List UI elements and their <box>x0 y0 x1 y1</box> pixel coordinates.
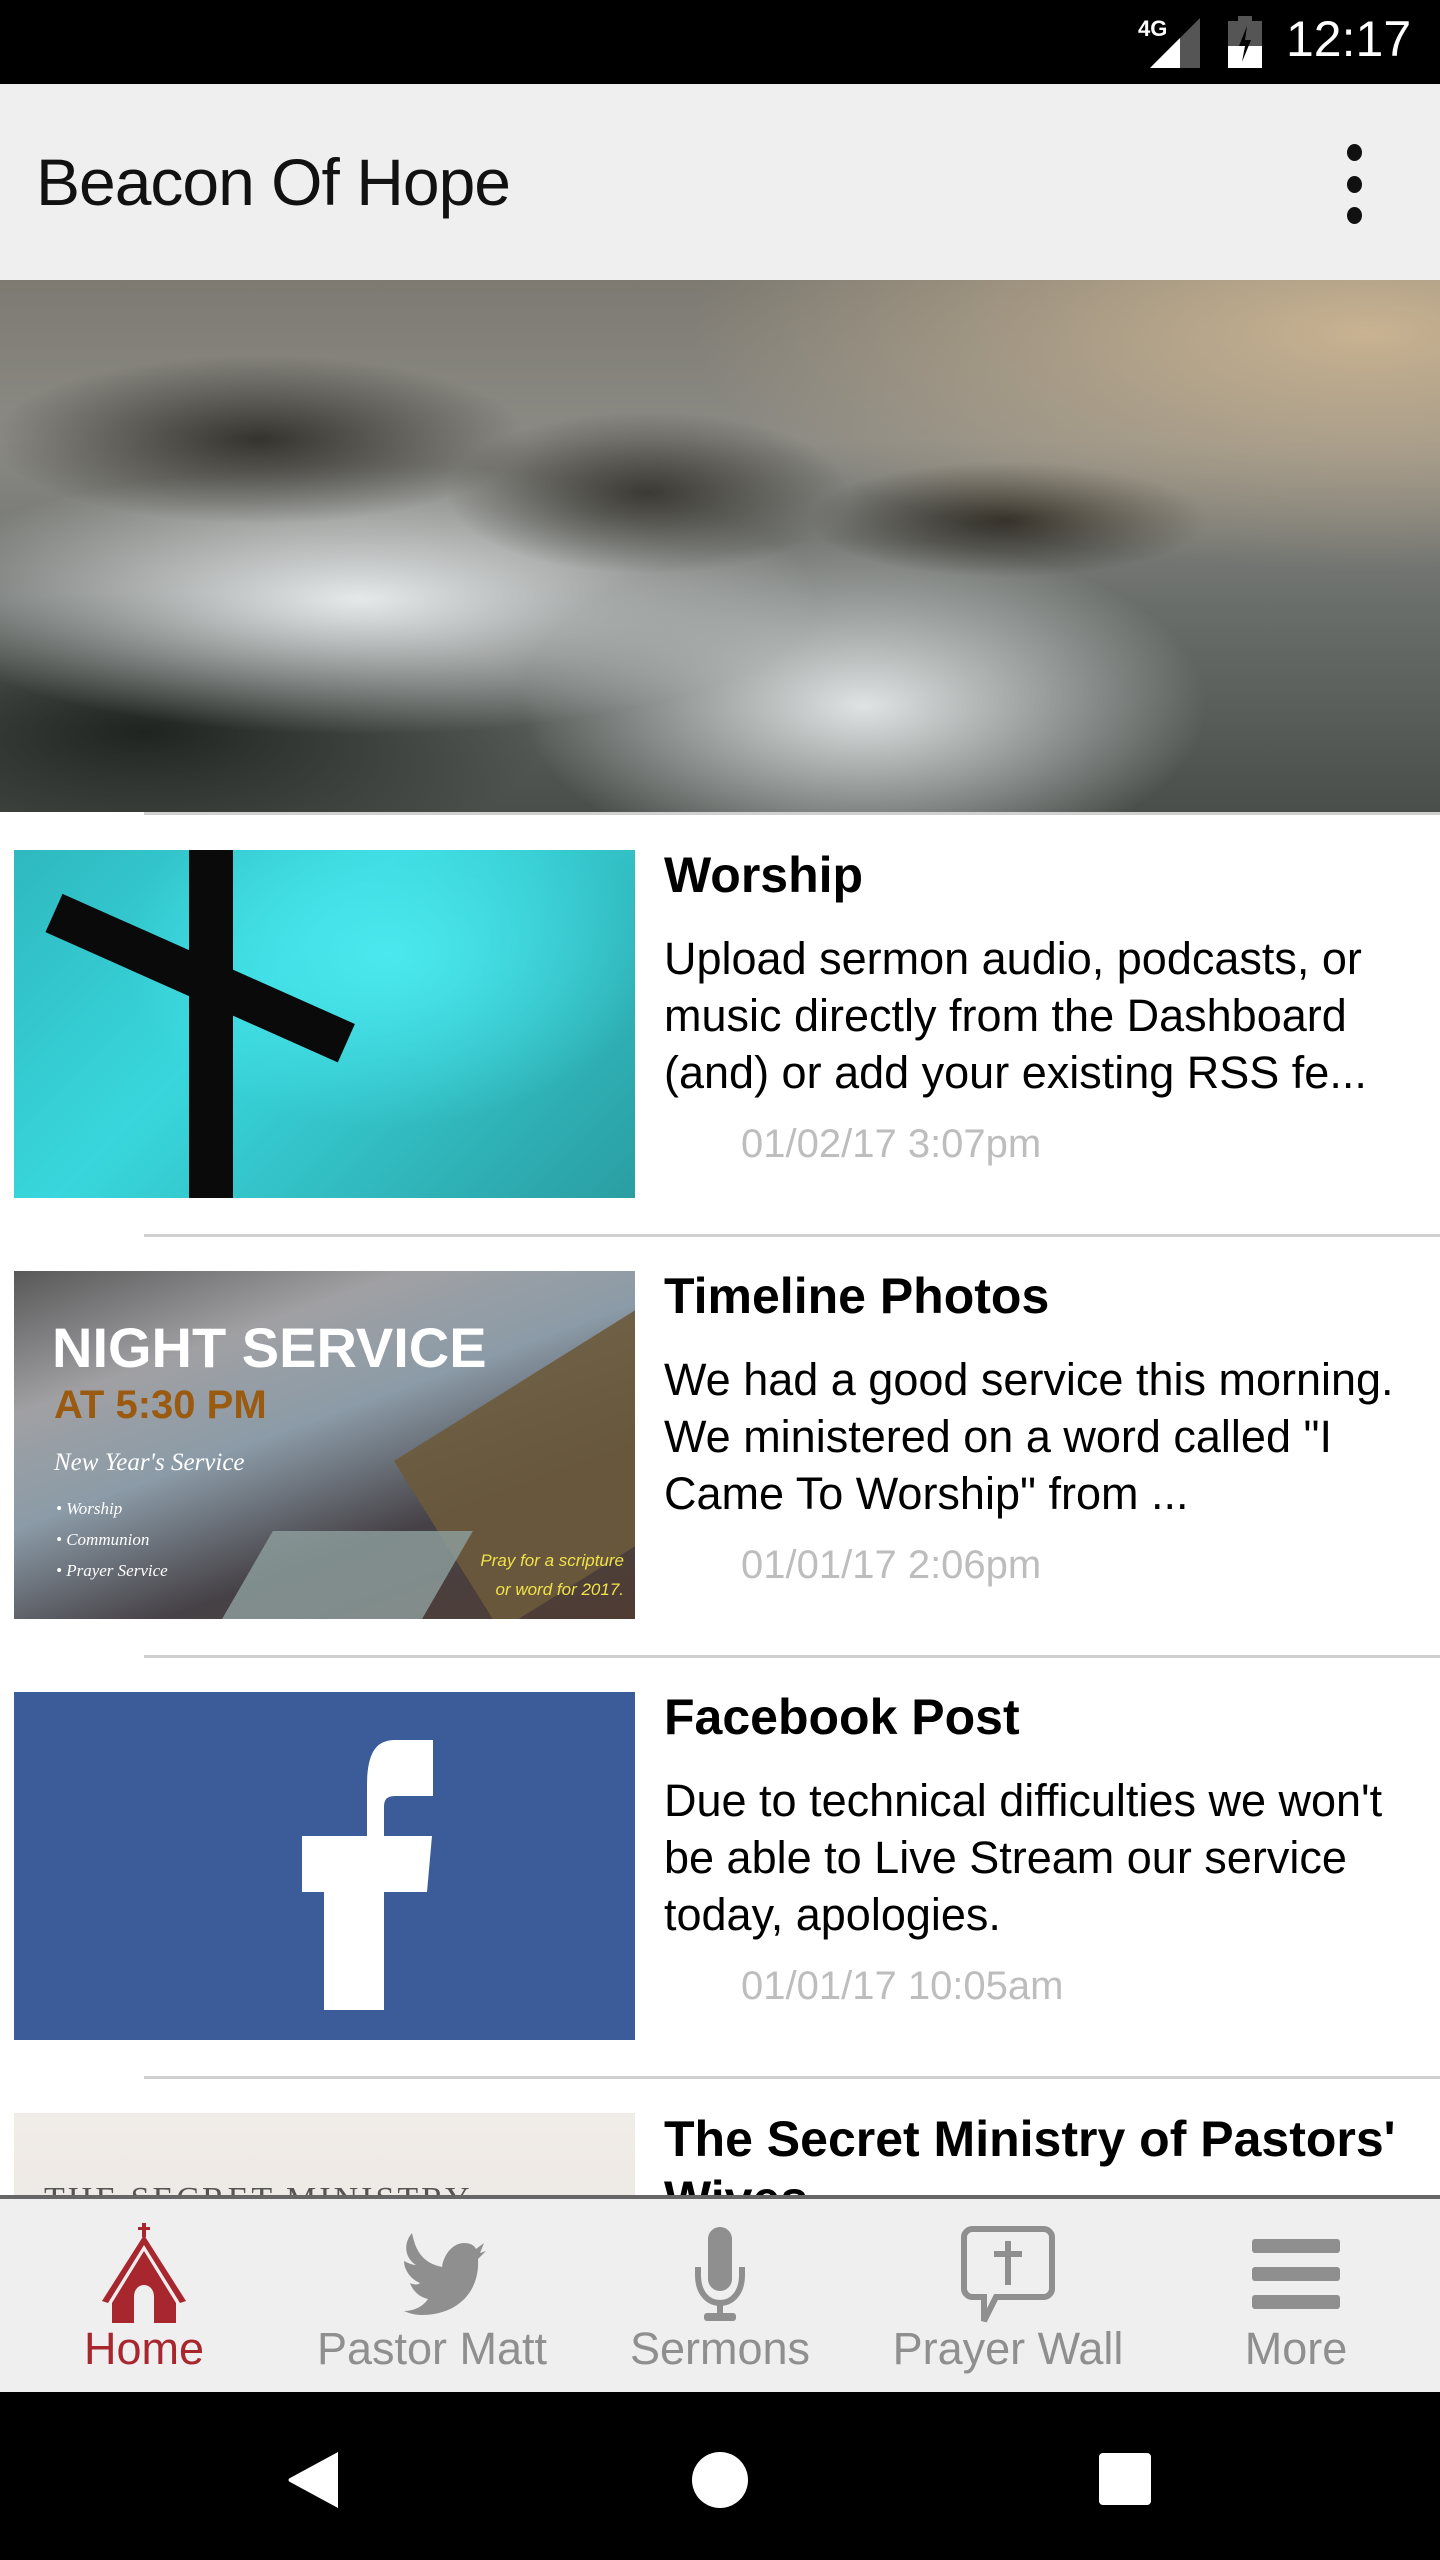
divider <box>144 1234 1440 1237</box>
battery-charging-icon <box>1228 16 1262 68</box>
microphone-icon <box>695 2227 745 2321</box>
divider <box>144 2076 1440 2079</box>
app-title: Beacon Of Hope <box>36 145 511 219</box>
hamburger-menu-icon <box>1252 2239 1340 2309</box>
divider <box>144 812 1440 815</box>
thumb-list: • Worship • Communion • Prayer Service <box>56 1499 168 1580</box>
item-title: Timeline Photos <box>664 1268 1050 1324</box>
thumb-headline: NIGHT SERVICE <box>52 1316 487 1379</box>
tab-label: Sermons <box>629 2323 811 2374</box>
tab-pastor-matt[interactable]: Pastor Matt <box>288 2199 576 2392</box>
thumb-time: AT 5:30 PM <box>54 1383 267 1427</box>
speech-bubble-cross-icon <box>961 2226 1055 2323</box>
feed-item-worship[interactable]: Worship Upload sermon audio, podcasts, o… <box>0 847 1440 1230</box>
hero-banner-image <box>0 280 1440 812</box>
church-icon <box>102 2223 186 2323</box>
tab-home[interactable]: Home <box>0 2199 288 2392</box>
status-bar: 4G 12:17 <box>0 0 1440 84</box>
app-bar: Beacon Of Hope <box>0 84 1440 280</box>
cross-thumbnail <box>14 850 635 1198</box>
divider <box>144 1655 1440 1658</box>
tab-label: Pastor Matt <box>316 2323 548 2374</box>
item-description: We had a good service this morning. We m… <box>664 1354 1394 1519</box>
recents-square-icon[interactable] <box>1098 2452 1152 2506</box>
tab-label: Prayer Wall <box>892 2323 1124 2374</box>
twitter-bird-icon <box>404 2233 486 2315</box>
night-service-thumbnail: NIGHT SERVICE AT 5:30 PM New Year's Serv… <box>14 1271 635 1619</box>
item-date: 01/01/17 2:06pm <box>741 1543 1042 1587</box>
tab-prayer-wall[interactable]: Prayer Wall <box>864 2199 1152 2392</box>
signal-icon <box>1150 18 1200 68</box>
thumb-subtitle: New Year's Service <box>54 1449 245 1476</box>
tab-label: Home <box>83 2323 205 2374</box>
item-description: Upload sermon audio, podcasts, or music … <box>664 933 1367 1098</box>
feed-item-timeline-photos[interactable]: NIGHT SERVICE AT 5:30 PM New Year's Serv… <box>0 1268 1440 1651</box>
tab-sermons[interactable]: Sermons <box>576 2199 864 2392</box>
clock: 12:17 <box>1286 11 1412 67</box>
facebook-f-icon <box>302 1740 433 2010</box>
tab-more[interactable]: More <box>1152 2199 1440 2392</box>
item-date: 01/01/17 10:05am <box>741 1964 1064 2008</box>
item-title: Worship <box>664 847 864 903</box>
item-date: 01/02/17 3:07pm <box>741 1122 1042 1166</box>
item-description: Due to technical difficulties we won't b… <box>664 1775 1383 1940</box>
thumb-note: Pray for a scripture or word for 2017. <box>480 1551 624 1599</box>
feed-item-facebook-post[interactable]: Facebook Post Due to technical difficult… <box>0 1689 1440 2072</box>
bottom-navigation: Home Pastor Matt Sermons Prayer Wall Mor… <box>0 2195 1440 2392</box>
facebook-logo-thumbnail <box>14 1692 635 2040</box>
tab-label: More <box>1244 2323 1348 2374</box>
system-navigation-bar <box>0 2392 1440 2560</box>
more-vert-icon[interactable] <box>1334 144 1374 224</box>
item-title: Facebook Post <box>664 1689 1020 1745</box>
home-circle-icon[interactable] <box>690 2450 750 2510</box>
back-icon[interactable] <box>288 2450 340 2510</box>
